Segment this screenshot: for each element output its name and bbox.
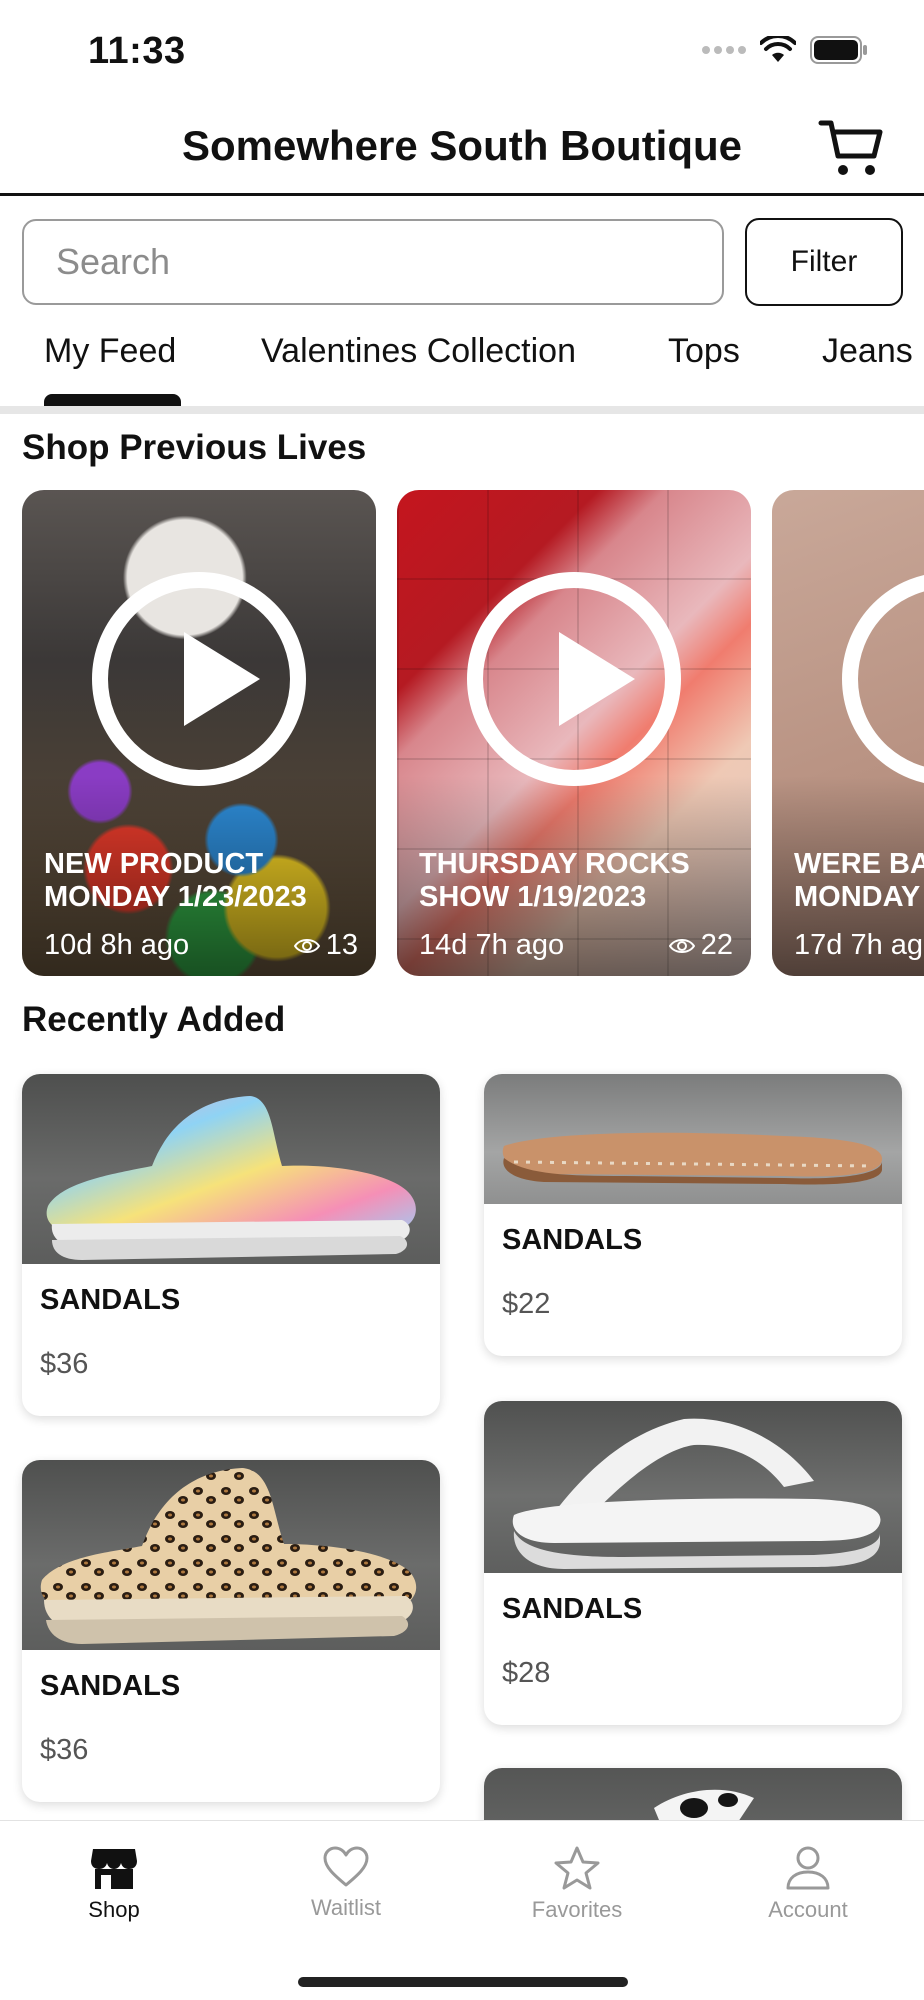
tabs-divider bbox=[0, 406, 924, 414]
tab-valentines-collection[interactable]: Valentines Collection bbox=[261, 332, 576, 371]
person-icon bbox=[786, 1846, 830, 1890]
product-price: $36 bbox=[40, 1348, 89, 1380]
store-title: Somewhere South Boutique bbox=[181, 122, 743, 169]
nav-favorites[interactable]: Favorites bbox=[487, 1845, 667, 1923]
product-price: $28 bbox=[502, 1657, 551, 1689]
cart-icon bbox=[818, 120, 883, 175]
live-time-ago: 10d 8h ago bbox=[44, 929, 190, 961]
category-tabs: My Feed Valentines Collection Tops Jeans bbox=[0, 318, 924, 408]
section-title-recently-added: Recently Added bbox=[22, 1000, 286, 1039]
product-image bbox=[484, 1401, 902, 1573]
play-icon bbox=[92, 572, 306, 786]
tab-my-feed[interactable]: My Feed bbox=[44, 332, 176, 371]
live-title: THURSDAY ROCKS SHOW 1/19/2023 bbox=[419, 848, 690, 913]
tab-jeans[interactable]: Jeans bbox=[822, 332, 913, 371]
eye-icon bbox=[293, 938, 320, 953]
previous-lives-carousel: NEW PRODUCT MONDAY 1/23/2023 10d 8h ago … bbox=[0, 490, 924, 978]
star-icon bbox=[554, 1846, 600, 1890]
wifi-icon bbox=[760, 36, 796, 62]
nav-waitlist[interactable]: Waitlist bbox=[256, 1845, 436, 1921]
sandal-image bbox=[46, 1096, 416, 1260]
app-header: Somewhere South Boutique bbox=[0, 100, 924, 196]
live-card[interactable]: WERE BA MONDAY 17d 7h ag bbox=[772, 490, 924, 976]
product-name: SANDALS bbox=[40, 1670, 181, 1702]
sandal-image bbox=[40, 1468, 417, 1644]
nav-label: Favorites bbox=[531, 1897, 623, 1922]
tab-tops[interactable]: Tops bbox=[668, 332, 740, 371]
product-card[interactable]: SANDALS $22 bbox=[484, 1074, 902, 1356]
heart-icon bbox=[323, 1846, 369, 1887]
live-view-count: 13 bbox=[325, 929, 358, 961]
product-image bbox=[22, 1460, 440, 1650]
sandal-image bbox=[502, 1132, 883, 1185]
live-views: 13 bbox=[293, 929, 358, 962]
search-input[interactable]: Search bbox=[22, 219, 724, 305]
section-title-previous-lives: Shop Previous Lives bbox=[22, 428, 367, 467]
product-image bbox=[22, 1074, 440, 1264]
cart-button[interactable] bbox=[818, 118, 884, 180]
product-price: $22 bbox=[502, 1288, 551, 1320]
bottom-tab-bar: Shop Waitlist Favorites Account bbox=[0, 1820, 924, 2000]
signal-icon bbox=[702, 46, 746, 54]
product-card[interactable]: SANDALS $36 bbox=[22, 1460, 440, 1802]
nav-label: Account bbox=[768, 1897, 848, 1922]
sandal-image bbox=[512, 1418, 881, 1569]
battery-icon bbox=[810, 36, 867, 64]
live-title: WERE BA MONDAY bbox=[794, 848, 924, 913]
product-name: SANDALS bbox=[40, 1284, 181, 1316]
live-card[interactable]: NEW PRODUCT MONDAY 1/23/2023 10d 8h ago … bbox=[22, 490, 376, 976]
status-bar: 11:33 bbox=[0, 0, 924, 100]
product-name: SANDALS bbox=[502, 1593, 643, 1625]
product-name: SANDALS bbox=[502, 1224, 643, 1256]
live-time-ago: 17d 7h ag bbox=[794, 929, 924, 961]
live-view-count: 22 bbox=[700, 929, 733, 961]
play-icon bbox=[467, 572, 681, 786]
nav-label: Waitlist bbox=[310, 1895, 382, 1920]
product-card[interactable]: SANDALS $36 bbox=[22, 1074, 440, 1416]
live-views: 22 bbox=[668, 929, 733, 962]
filter-button[interactable]: Filter bbox=[745, 218, 903, 306]
nav-shop[interactable]: Shop bbox=[24, 1845, 204, 1923]
status-time: 11:33 bbox=[88, 30, 186, 72]
nav-label: Shop bbox=[88, 1897, 140, 1922]
eye-icon bbox=[668, 938, 695, 953]
product-image bbox=[484, 1074, 902, 1204]
live-card[interactable]: THURSDAY ROCKS SHOW 1/19/2023 14d 7h ago… bbox=[397, 490, 751, 976]
store-icon bbox=[91, 1849, 137, 1889]
live-time-ago: 14d 7h ago bbox=[419, 929, 565, 961]
product-card[interactable]: SANDALS $28 bbox=[484, 1401, 902, 1725]
live-title: NEW PRODUCT MONDAY 1/23/2023 bbox=[44, 848, 307, 913]
product-price: $36 bbox=[40, 1734, 89, 1766]
nav-account[interactable]: Account bbox=[718, 1845, 898, 1923]
home-indicator bbox=[298, 1977, 628, 1987]
status-icons bbox=[702, 36, 868, 64]
